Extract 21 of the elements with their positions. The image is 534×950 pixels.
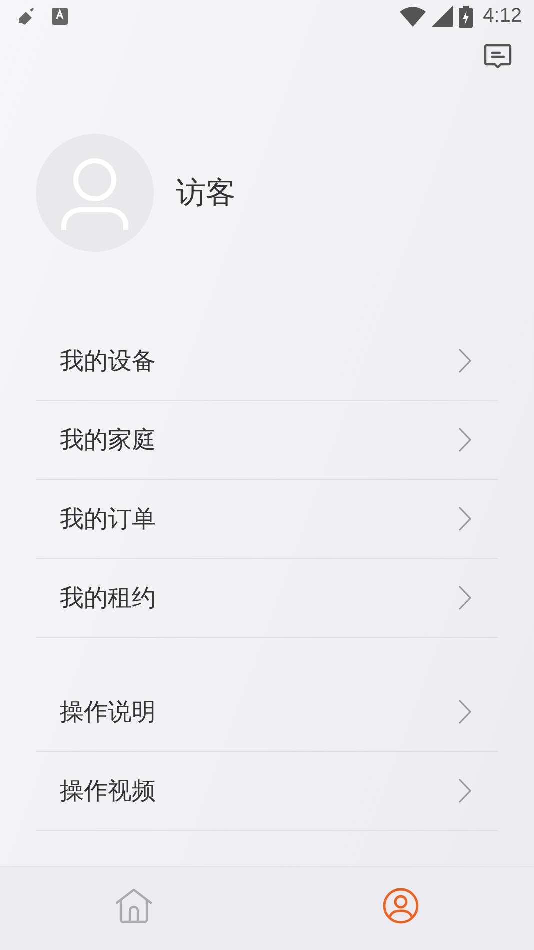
- status-time: 4:12: [483, 5, 522, 28]
- menu-item[interactable]: 我的租约: [36, 559, 498, 638]
- user-icon: [382, 888, 418, 924]
- menu-item[interactable]: 操作说明: [36, 673, 498, 752]
- keyboard-icon: [52, 8, 68, 26]
- menu-item[interactable]: 操作视频: [36, 752, 498, 832]
- chevron-icon: [458, 699, 472, 726]
- wifi-icon: [400, 6, 426, 28]
- menu-item[interactable]: 我的订单: [36, 480, 498, 560]
- chevron-icon: [458, 585, 472, 612]
- chevron-icon: [458, 506, 472, 532]
- chevron-icon: [458, 348, 472, 374]
- battery-icon: [459, 6, 474, 28]
- user-name: 访客: [176, 174, 236, 213]
- chevron-icon: [458, 427, 472, 454]
- signal-icon: [432, 6, 454, 28]
- message-icon[interactable]: [484, 44, 512, 70]
- chevron-icon: [458, 778, 472, 804]
- menu-item[interactable]: 我的家庭: [36, 401, 498, 480]
- menu-item[interactable]: 我的设备: [36, 322, 498, 402]
- home-icon: [116, 888, 152, 923]
